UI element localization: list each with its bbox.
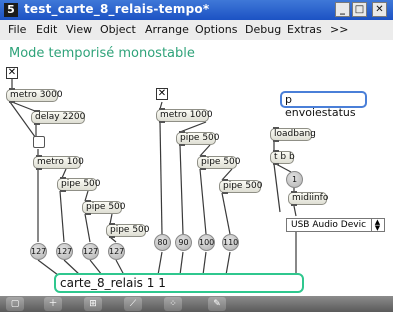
bang-button[interactable] — [33, 136, 45, 148]
graph-icon[interactable]: ⟋ — [124, 297, 142, 311]
pipe-500-object[interactable]: pipe 500 — [219, 179, 263, 194]
number-box[interactable]: 100 — [198, 234, 215, 251]
small-number-box[interactable]: 1 — [286, 171, 303, 188]
minimize-button[interactable]: _ — [335, 2, 350, 17]
menu-more[interactable]: >> — [330, 23, 348, 36]
window-title: test_carte_8_relais-tempo* — [24, 2, 210, 16]
delay-2200-object[interactable]: delay 2200 — [31, 110, 85, 125]
lock-icon[interactable]: ▢ — [6, 297, 24, 311]
midi-device-menu[interactable]: USB Audio Devic ▲ ▼ — [286, 218, 385, 232]
pipe-500-object[interactable]: pipe 500 — [82, 200, 126, 215]
maximize-button[interactable]: □ — [352, 2, 367, 17]
grid-icon[interactable]: ⊞ — [84, 297, 102, 311]
app-icon: 5 — [4, 3, 18, 17]
mode-comment: Mode temporisé monostable — [9, 46, 195, 61]
carte-8-relais-object[interactable]: carte_8_relais 1 1 — [54, 273, 304, 293]
pipe-500-object[interactable]: pipe 500 — [197, 155, 241, 170]
metro-1000-object[interactable]: metro 1000 — [156, 108, 213, 123]
number-box[interactable]: 127 — [82, 243, 99, 260]
toggle-left[interactable]: ✕ — [6, 67, 18, 79]
menu-bar: File Edit View Object Arrange Options De… — [0, 20, 393, 40]
title-bar[interactable]: 5 test_carte_8_relais-tempo* _ □ ✕ — [0, 0, 393, 20]
midi-device-label: USB Audio Devic — [291, 220, 367, 230]
menu-arrange[interactable]: Arrange — [145, 23, 189, 36]
pipe-500-object[interactable]: pipe 500 — [106, 223, 150, 238]
menu-edit[interactable]: Edit — [36, 23, 57, 36]
patcher-canvas[interactable]: Mode temporisé monostable ✕ metro 3000 d… — [0, 40, 393, 296]
number-box[interactable]: 127 — [56, 243, 73, 260]
metro-3000-object[interactable]: metro 3000 — [6, 88, 63, 103]
menu-options[interactable]: Options — [195, 23, 237, 36]
menu-debug[interactable]: Debug — [245, 23, 281, 36]
number-box[interactable]: 127 — [108, 243, 125, 260]
pipe-500-object[interactable]: pipe 500 — [57, 177, 101, 192]
pipe-500-object[interactable]: pipe 500 — [176, 131, 220, 146]
trigger-object[interactable]: t b b — [270, 150, 295, 165]
midiinfo-object[interactable]: midiinfo — [288, 191, 328, 206]
menu-view[interactable]: View — [66, 23, 92, 36]
close-button[interactable]: ✕ — [372, 2, 387, 17]
number-box[interactable]: 90 — [175, 234, 192, 251]
menu-object[interactable]: Object — [100, 23, 136, 36]
bottom-toolbar: ▢ ＋ ⊞ ⟋ ⁘ ✎ — [0, 296, 393, 312]
number-box[interactable]: 110 — [222, 234, 239, 251]
metro-100-object[interactable]: metro 100 — [33, 155, 84, 170]
grid-dots-icon[interactable]: ⁘ — [164, 297, 182, 311]
add-object-icon[interactable]: ＋ — [44, 297, 62, 311]
envoiestatus-subpatch[interactable]: p envoiestatus — [280, 91, 367, 119]
number-box[interactable]: 80 — [154, 234, 171, 251]
menu-extras[interactable]: Extras — [287, 23, 322, 36]
number-box[interactable]: 127 — [30, 243, 47, 260]
tool-icon[interactable]: ✎ — [208, 297, 226, 311]
menu-file[interactable]: File — [8, 23, 26, 36]
toggle-middle[interactable]: ✕ — [156, 88, 168, 100]
updown-arrow-icon: ▲ ▼ — [371, 219, 383, 232]
loadbang-object[interactable]: loadbang — [270, 127, 316, 142]
